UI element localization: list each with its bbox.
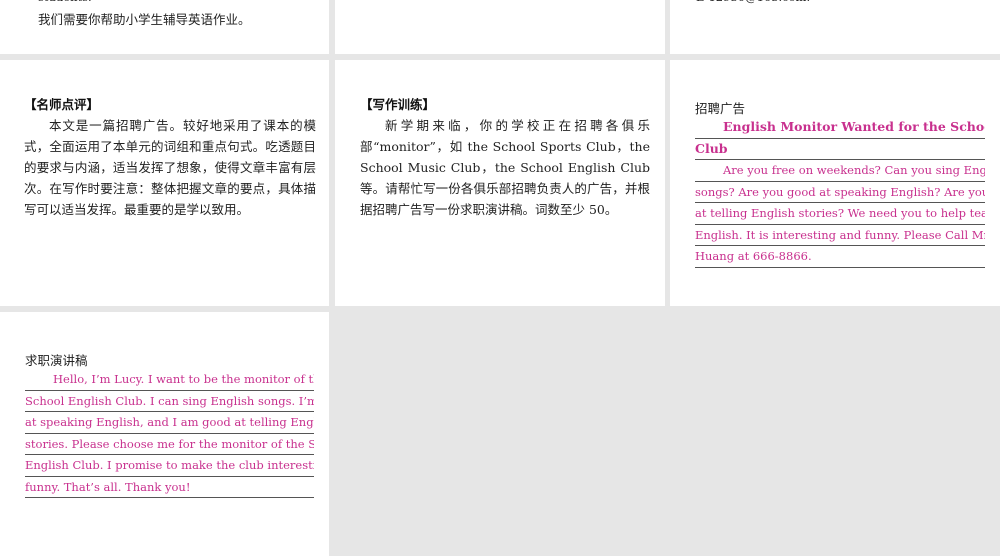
ad-body-line: songs? Are you good at speaking English?… [695,182,985,203]
writing-training-panel: 【写作训练】 新学期来临，你的学校正在招聘各俱乐部“monitor”，如 the… [335,60,665,306]
speech-label: 求职演讲稿 [25,353,88,368]
ad-content: English Monitor Wanted for the School En… [695,117,985,268]
speech-line: funny. That’s all. Thank you! [25,477,314,498]
cropped-email-line: E-12930@163.com. [696,0,986,8]
speech-line: stories. Please choose me for the monito… [25,434,314,455]
ad-body-line: at telling English stories? We need you … [695,203,985,225]
teacher-comment-panel: 【名师点评】 本文是一篇招聘广告。较好地采用了课本的模式，全面运用了本单元的词组… [0,60,329,306]
application-speech-panel: 求职演讲稿 Hello, I’m Lucy. I want to be the … [0,312,329,556]
top-middle-panel [335,0,665,54]
writing-training-heading: 【写作训练】 [360,97,436,112]
teacher-comment-heading: 【名师点评】 [24,97,100,112]
writing-training: 【写作训练】 新学期来临，你的学校正在招聘各俱乐部“monitor”，如 the… [360,94,650,220]
top-right-panel: E-12930@163.com. [670,0,1000,54]
speech-line: at speaking English, and I am good at te… [25,412,314,434]
speech-line: English Club. I promise to make the club… [25,455,314,477]
ad-body-line: English. It is interesting and funny. Pl… [695,225,985,246]
top-left-panel: students. 我们需要你帮助小学生辅导英语作业。 [0,0,329,54]
speech-line: Hello, I’m Lucy. I want to be the monito… [25,369,314,391]
writing-training-text: 新学期来临，你的学校正在招聘各俱乐部“monitor”，如 the School… [360,118,650,217]
ad-title-line: English Monitor Wanted for the School En… [695,117,985,139]
ad-body-line: Are you free on weekends? Can you sing E… [695,160,985,182]
teacher-comment: 【名师点评】 本文是一篇招聘广告。较好地采用了课本的模式，全面运用了本单元的词组… [24,94,316,220]
teacher-comment-text: 本文是一篇招聘广告。较好地采用了课本的模式，全面运用了本单元的词组和重点句式。吃… [24,118,316,217]
ad-body-line: Huang at 666-8866. [695,246,985,268]
ad-label: 招聘广告 [695,101,746,116]
speech-content: Hello, I’m Lucy. I want to be the monito… [25,369,314,498]
recruitment-ad-panel: 招聘广告 English Monitor Wanted for the Scho… [670,60,1000,306]
cropped-text-line: 我们需要你帮助小学生辅导英语作业。 [38,12,251,27]
cropped-text-line: students. [38,0,318,8]
speech-line: School English Club. I can sing English … [25,391,314,412]
ad-title-line: Club [695,139,985,160]
